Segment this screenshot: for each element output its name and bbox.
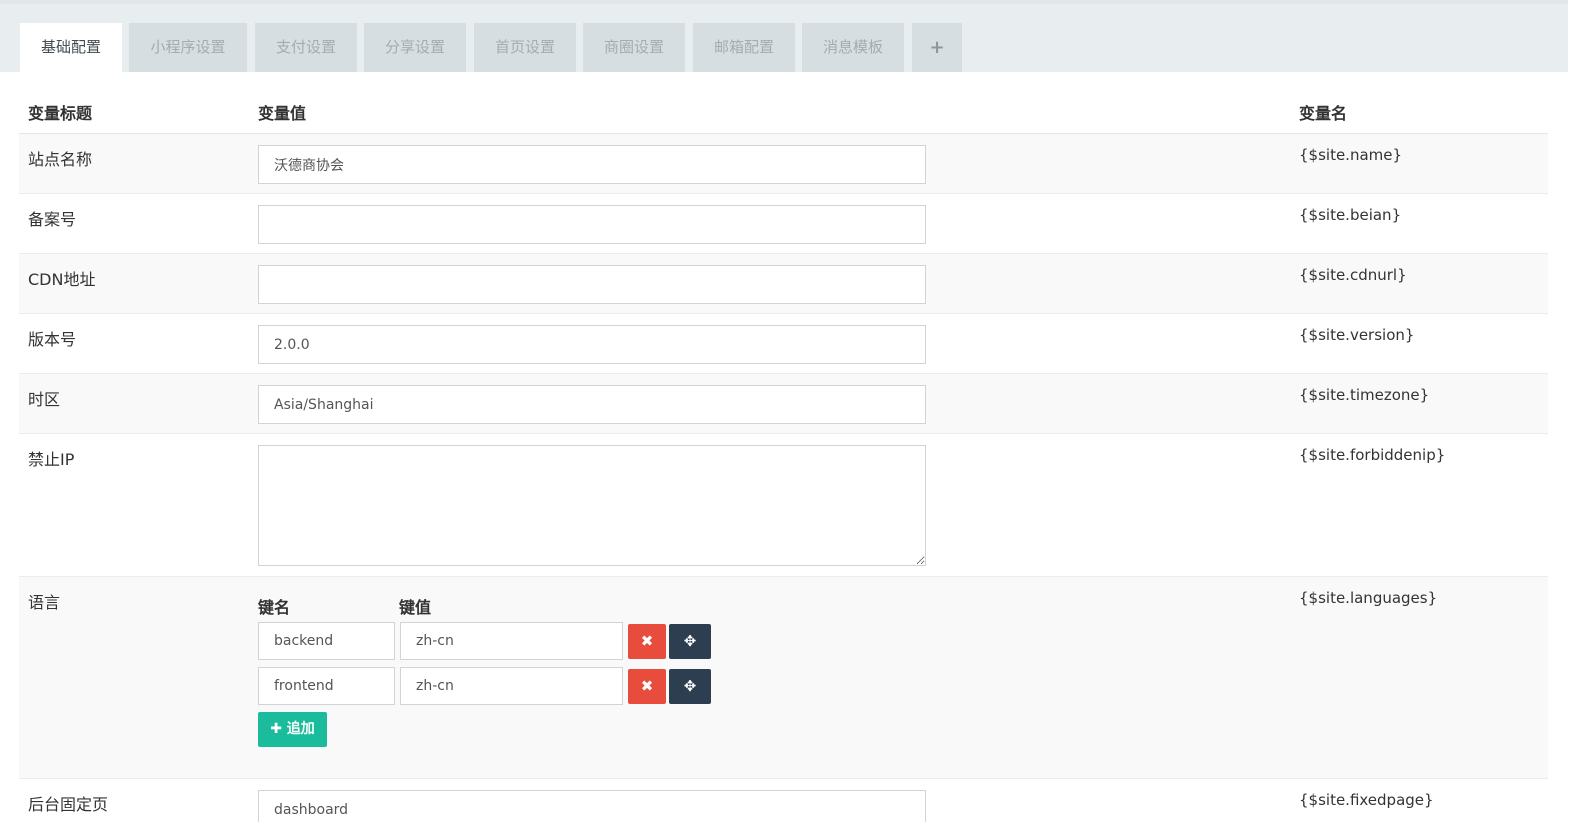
row-varname: {$site.forbiddenip}	[1299, 446, 1446, 464]
row-varname: {$site.fixedpage}	[1299, 791, 1434, 809]
tab-share-settings[interactable]: 分享设置	[364, 23, 466, 72]
row-varname: {$site.cdnurl}	[1299, 266, 1407, 284]
table-row: 版本号 {$site.version}	[19, 314, 1548, 374]
tab-bar: 基础配置 小程序设置 支付设置 分享设置 首页设置 商圈设置 邮箱配置 消息模板…	[0, 0, 1568, 72]
language-value-input[interactable]	[400, 622, 623, 660]
tab-basic-config[interactable]: 基础配置	[20, 23, 122, 72]
fixed-page-input[interactable]	[258, 790, 926, 822]
config-table: 变量标题 变量值 变量名 站点名称 {$site.name} 备案号 {$sit…	[19, 72, 1548, 822]
site-name-input[interactable]	[258, 145, 926, 184]
header-variable-name: 变量名	[1299, 104, 1348, 123]
row-label: 版本号	[28, 330, 77, 349]
row-label: 禁止IP	[28, 450, 75, 469]
row-varname: {$site.timezone}	[1299, 386, 1430, 404]
key-value-header: 键值	[399, 598, 432, 617]
version-input[interactable]	[258, 325, 926, 364]
language-key-input[interactable]	[258, 622, 395, 660]
drag-handle-button[interactable]: ✥	[669, 669, 711, 704]
table-row: 站点名称 {$site.name}	[19, 134, 1548, 194]
table-row: 禁止IP {$site.forbiddenip}	[19, 434, 1548, 577]
row-varname: {$site.languages}	[1299, 589, 1438, 607]
timezone-input[interactable]	[258, 385, 926, 424]
table-row: 后台固定页 {$site.fixedpage}	[19, 779, 1548, 822]
table-row: CDN地址 {$site.cdnurl}	[19, 254, 1548, 314]
beian-input[interactable]	[258, 205, 926, 244]
append-button[interactable]: ✚ 追加	[258, 712, 327, 747]
tab-email-config[interactable]: 邮箱配置	[693, 23, 795, 72]
row-label: 站点名称	[28, 150, 93, 169]
tab-home-settings[interactable]: 首页设置	[474, 23, 576, 72]
row-varname: {$site.beian}	[1299, 206, 1402, 224]
table-row: 语言 键名 键值 ✖ ✥ ✖ ✥ ✚ 追加 {$site.languages}	[19, 577, 1548, 779]
key-name-header: 键名	[258, 598, 291, 617]
cdn-url-input[interactable]	[258, 265, 926, 304]
tab-miniprogram-settings[interactable]: 小程序设置	[129, 23, 247, 72]
add-tab-button[interactable]: +	[912, 23, 962, 72]
row-varname: {$site.version}	[1299, 326, 1415, 344]
table-row: 时区 {$site.timezone}	[19, 374, 1548, 434]
tab-payment-settings[interactable]: 支付设置	[255, 23, 357, 72]
language-key-input[interactable]	[258, 667, 395, 705]
table-row: 备案号 {$site.beian}	[19, 194, 1548, 254]
forbidden-ip-textarea[interactable]	[258, 445, 926, 566]
header-variable-value: 变量值	[258, 104, 307, 123]
row-label: 时区	[28, 390, 61, 409]
delete-row-button[interactable]: ✖	[628, 669, 666, 704]
tab-message-template[interactable]: 消息模板	[802, 23, 904, 72]
drag-handle-button[interactable]: ✥	[669, 624, 711, 659]
row-label: CDN地址	[28, 270, 96, 289]
row-label: 备案号	[28, 210, 77, 229]
table-header: 变量标题 变量值 变量名	[19, 72, 1548, 134]
row-label: 后台固定页	[28, 795, 109, 814]
language-value-input[interactable]	[400, 667, 623, 705]
header-variable-title: 变量标题	[28, 104, 93, 123]
tab-business-district-settings[interactable]: 商圈设置	[583, 23, 685, 72]
delete-row-button[interactable]: ✖	[628, 624, 666, 659]
row-label: 语言	[28, 593, 61, 612]
row-varname: {$site.name}	[1299, 146, 1403, 164]
